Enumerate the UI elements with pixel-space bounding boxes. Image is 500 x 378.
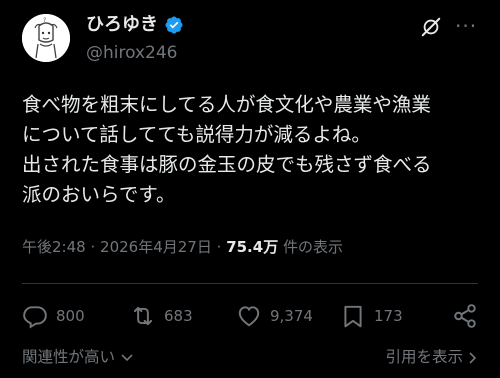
meta-separator-2: · (216, 238, 222, 256)
divider-top (22, 283, 478, 284)
tweet-time[interactable]: 午後2:48 (22, 238, 86, 256)
bookmark-button[interactable]: 173 (340, 300, 403, 332)
handle[interactable]: @hirox246 (86, 42, 178, 64)
tweet-date[interactable]: 2026年4月27日 (100, 238, 212, 256)
views-count[interactable]: 75.4万 (226, 238, 278, 256)
svg-text:?: ? (43, 17, 46, 24)
share-icon[interactable] (452, 303, 478, 329)
views-label: 件の表示 (282, 238, 343, 256)
tweet-meta: 午後2:48 · 2026年4月27日 · 75.4万 件の表示 (22, 236, 343, 258)
avatar[interactable]: ? (22, 14, 70, 62)
reply-button[interactable]: 800 (22, 300, 85, 332)
view-quotes-label: 引用を表示 (385, 348, 464, 366)
name-row: ひろゆき (86, 14, 184, 36)
sort-label: 関連性が高い (22, 348, 116, 366)
sort-dropdown[interactable]: 関連性が高い (22, 346, 134, 368)
more-options-icon[interactable]: ··· (455, 16, 477, 36)
action-bar: 800 683 9,374 173 (22, 300, 478, 332)
meta-separator: · (90, 238, 96, 256)
repost-button[interactable]: 683 (130, 300, 193, 332)
grok-icon[interactable] (420, 16, 442, 38)
chevron-right-icon (469, 351, 477, 364)
view-quotes-link[interactable]: 引用を表示 (386, 346, 478, 368)
reply-count: 800 (56, 307, 85, 325)
display-name[interactable]: ひろゆき (86, 14, 158, 36)
repost-count: 683 (164, 307, 193, 325)
reply-icon (23, 306, 47, 329)
chevron-down-icon (121, 353, 133, 361)
bookmark-icon (344, 305, 362, 328)
avatar-illustration: ? (22, 14, 70, 62)
tweet-text: 食べ物を粗末にしてる人が食文化や農業や漁業 について話してても説得力が減るよね。… (22, 93, 432, 206)
like-count: 9,374 (270, 307, 313, 325)
like-button[interactable]: 9,374 (236, 300, 313, 332)
bookmark-count: 173 (374, 307, 403, 325)
heart-icon (238, 306, 260, 327)
repost-icon (133, 306, 153, 326)
verified-badge-icon[interactable] (164, 15, 184, 35)
